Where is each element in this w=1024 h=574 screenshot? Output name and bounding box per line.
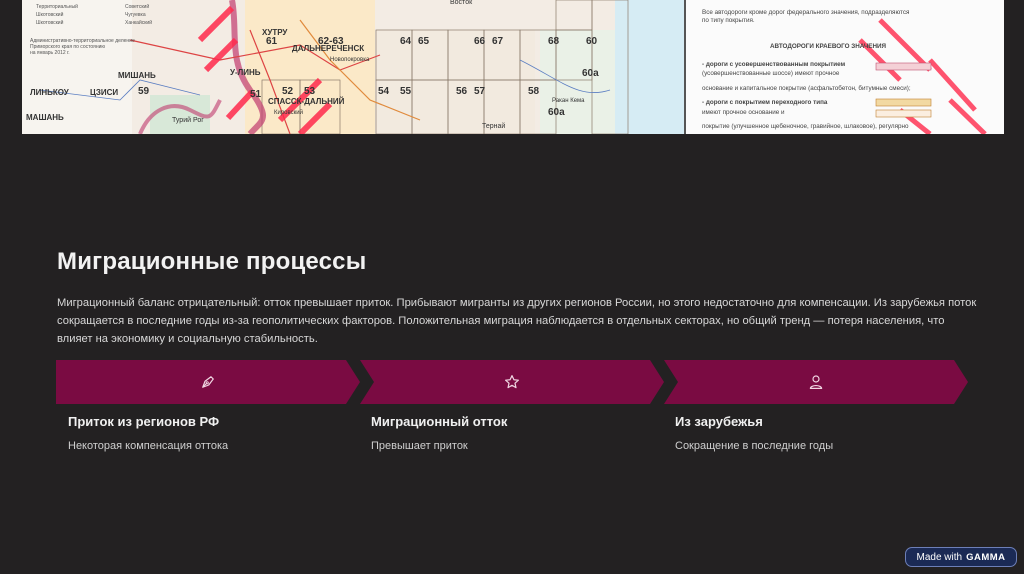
step-2-description: Превышает приток bbox=[371, 440, 468, 452]
svg-text:Тернай: Тернай bbox=[482, 122, 505, 130]
svg-text:МАШАНЬ: МАШАНЬ bbox=[26, 113, 64, 122]
svg-text:57: 57 bbox=[474, 86, 486, 97]
svg-text:58: 58 bbox=[528, 86, 540, 97]
svg-text:60а: 60а bbox=[548, 107, 565, 118]
svg-text:68: 68 bbox=[548, 36, 560, 47]
step-1-description: Некоторая компенсация оттока bbox=[68, 440, 229, 452]
step-3-description: Сокращение в последние годы bbox=[675, 440, 834, 452]
svg-text:54: 54 bbox=[378, 86, 390, 97]
step-2-banner bbox=[360, 360, 664, 404]
svg-text:Территориальный: Территориальный bbox=[36, 3, 78, 10]
step-1-banner bbox=[56, 360, 360, 404]
svg-text:МИШАНЬ: МИШАНЬ bbox=[118, 71, 156, 80]
svg-text:по типу покрытия.: по типу покрытия. bbox=[702, 17, 755, 24]
map-image: ХУТРУ ДАЛЬНЕРЕЧЕНСК Новопокровка 61 62-6… bbox=[0, 0, 1024, 134]
content-section: Миграционные процессы Миграционный балан… bbox=[0, 134, 1024, 574]
svg-text:основание и капитальное покрыт: основание и капитальное покрытие (асфаль… bbox=[702, 84, 911, 92]
svg-text:Чугуевка: Чугуевка bbox=[125, 12, 146, 18]
badge-prefix: Made with bbox=[916, 551, 963, 563]
svg-text:55: 55 bbox=[400, 86, 412, 97]
svg-text:66: 66 bbox=[474, 36, 486, 47]
made-with-gamma-badge[interactable]: Made with GAMMA bbox=[905, 547, 1017, 567]
svg-text:Советский: Советский bbox=[125, 3, 149, 10]
step-3-title: Из зарубежья bbox=[675, 414, 763, 429]
map-graphic: ХУТРУ ДАЛЬНЕРЕЧЕНСК Новопокровка 61 62-6… bbox=[22, 0, 1004, 134]
svg-text:Шкотовский: Шкотовский bbox=[36, 11, 64, 18]
svg-text:ЛИНЬКОУ: ЛИНЬКОУ bbox=[30, 88, 70, 97]
svg-text:- дороги с усовершенствованным: - дороги с усовершенствованным покрытием bbox=[702, 61, 846, 68]
svg-text:62-63: 62-63 bbox=[318, 36, 344, 47]
svg-text:покрытие (улучшенное щебеночно: покрытие (улучшенное щебеночное, гравийн… bbox=[702, 122, 909, 130]
badge-brand: GAMMA bbox=[966, 551, 1006, 563]
svg-text:51: 51 bbox=[250, 89, 262, 100]
svg-text:Восток: Восток bbox=[450, 0, 473, 6]
pen-nib-icon bbox=[199, 373, 217, 391]
user-icon bbox=[807, 373, 825, 391]
step-1-title: Приток из регионов РФ bbox=[68, 414, 220, 429]
svg-text:59: 59 bbox=[138, 86, 150, 97]
step-3-banner bbox=[664, 360, 968, 404]
svg-text:Ханкайский: Ханкайский bbox=[125, 19, 152, 26]
svg-text:Все автодороги кроме дорог фед: Все автодороги кроме дорог федерального … bbox=[702, 9, 909, 16]
svg-text:на январь 2012 г.: на январь 2012 г. bbox=[30, 50, 70, 56]
section-paragraph: Миграционный баланс отрицательный: отток… bbox=[57, 297, 977, 345]
svg-text:У-ЛИНЬ: У-ЛИНЬ bbox=[230, 68, 261, 77]
process-steps bbox=[56, 360, 968, 404]
svg-text:61: 61 bbox=[266, 36, 278, 47]
svg-text:СПАССК-ДАЛЬНИЙ: СПАССК-ДАЛЬНИЙ bbox=[268, 97, 345, 106]
svg-text:Ракан Кема: Ракан Кема bbox=[552, 98, 585, 104]
svg-text:имеют прочное основание и: имеют прочное основание и bbox=[702, 109, 785, 116]
svg-text:ЦЗИСИ: ЦЗИСИ bbox=[90, 88, 118, 97]
step-2-title: Миграционный отток bbox=[371, 414, 508, 429]
section-title: Миграционные процессы bbox=[57, 248, 367, 275]
svg-text:53: 53 bbox=[304, 86, 316, 97]
svg-text:52: 52 bbox=[282, 86, 294, 97]
svg-text:67: 67 bbox=[492, 36, 504, 47]
svg-text:60а: 60а bbox=[582, 68, 599, 79]
star-icon bbox=[503, 373, 521, 391]
svg-text:(усовершенствованные шоссе) им: (усовершенствованные шоссе) имеют прочно… bbox=[702, 70, 840, 77]
svg-text:65: 65 bbox=[418, 36, 430, 47]
svg-text:60: 60 bbox=[586, 36, 598, 47]
svg-text:- дороги с покрытием переходно: - дороги с покрытием переходного типа bbox=[702, 99, 828, 106]
svg-text:Турий Рог: Турий Рог bbox=[172, 116, 204, 124]
svg-text:64: 64 bbox=[400, 36, 412, 47]
svg-text:56: 56 bbox=[456, 86, 468, 97]
svg-text:Новопокровка: Новопокровка bbox=[330, 57, 370, 63]
svg-text:АВТОДОРОГИ КРАЕВОГО ЗНАЧЕНИЯ: АВТОДОРОГИ КРАЕВОГО ЗНАЧЕНИЯ bbox=[770, 43, 887, 50]
svg-text:Кировский: Кировский bbox=[274, 109, 303, 116]
svg-text:Шкотовский: Шкотовский bbox=[36, 19, 64, 26]
